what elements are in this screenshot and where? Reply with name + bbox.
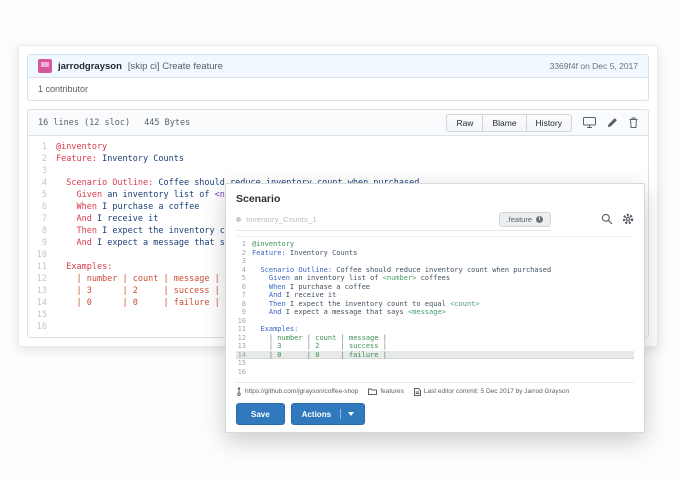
folder-icon [368, 388, 377, 395]
code-line-4: 4 Scenario Outline: Coffee should reduce… [236, 266, 634, 275]
editor-title: Scenario [236, 193, 634, 205]
scenario-editor-window: Scenario Inventory_Counts_1 .feature 1@i… [225, 183, 645, 433]
trash-icon[interactable] [629, 117, 638, 128]
code-line-16: 16 [236, 368, 634, 377]
file-size: 445 Bytes [144, 118, 190, 128]
file-icon [414, 388, 421, 396]
code-line-2: 2Feature: Inventory Counts [28, 153, 648, 165]
repo-link[interactable]: https://github.com/jgrayson/coffee-shop [245, 388, 358, 395]
code-line-12: 12 | number | count | message | [236, 334, 634, 343]
code-line-15: 15 [236, 359, 634, 368]
commit-hash[interactable]: 3369f4f [550, 61, 578, 71]
actions-label: Actions [302, 410, 331, 419]
code-line-3: 3 [236, 257, 634, 266]
search-icon[interactable] [601, 212, 613, 230]
contributors-label: 1 contributor [28, 78, 648, 100]
code-line-1: 1@inventory [236, 240, 634, 249]
code-line-7: 7 And I receive it [236, 291, 634, 300]
feature-badge-label: .feature [507, 215, 532, 224]
caret-down-icon [348, 412, 354, 416]
folder-link[interactable]: features [380, 388, 404, 395]
commit-header: jarrodgrayson [skip ci] Create feature 3… [28, 55, 648, 78]
code-line-8: 8 Then I expect the inventory count to e… [236, 300, 634, 309]
author-avatar[interactable] [38, 59, 52, 73]
editor-toolbar: Inventory_Counts_1 .feature [236, 212, 634, 230]
feature-type-badge[interactable]: .feature [499, 212, 551, 227]
code-line-9: 9 And I expect a message that says <mess… [236, 308, 634, 317]
editor-status-bar: https://github.com/jgrayson/coffee-shop … [236, 382, 634, 396]
display-icon[interactable] [583, 117, 596, 128]
editor-buttons: Save Actions [236, 403, 634, 425]
code-line-5: 5 Given an inventory list of <number> co… [236, 274, 634, 283]
code-line-3: 3 [28, 165, 648, 177]
branch-icon [236, 387, 242, 396]
commit-box: jarrodgrayson [skip ci] Create feature 3… [27, 54, 649, 101]
last-edit-info: Last editor commit: 5 Dec 2017 by Jarrod… [424, 388, 569, 395]
button-divider [340, 409, 341, 419]
save-button[interactable]: Save [236, 403, 285, 425]
code-line-13: 13 | 3 | 2 | success | [236, 342, 634, 351]
scenario-tab: Inventory_Counts_1 .feature [236, 212, 551, 231]
code-line-10: 10 [236, 317, 634, 326]
code-line-6: 6 When I purchase a coffee [236, 283, 634, 292]
raw-button[interactable]: Raw [446, 114, 483, 132]
file-lines-info: 16 lines (12 sloc) [38, 118, 130, 128]
file-header: 16 lines (12 sloc) 445 Bytes Raw Blame H… [28, 110, 648, 136]
blame-button[interactable]: Blame [482, 114, 526, 132]
pencil-icon[interactable] [607, 117, 618, 128]
file-dot-icon [236, 217, 241, 222]
gear-icon[interactable] [622, 212, 634, 230]
code-line-14: 14 | 0 | 0 | failure | [236, 351, 634, 360]
file-actions-group: Raw Blame History [446, 114, 572, 132]
commit-date: on Dec 5, 2017 [580, 61, 638, 71]
code-line-11: 11 Examples: [236, 325, 634, 334]
commit-author[interactable]: jarrodgrayson [58, 61, 122, 72]
scenario-name-input[interactable]: Inventory_Counts_1 [246, 215, 317, 224]
actions-button[interactable]: Actions [291, 403, 365, 425]
history-button[interactable]: History [526, 114, 572, 132]
code-line-1: 1@inventory [28, 141, 648, 153]
info-icon [536, 216, 543, 223]
commit-message: [skip ci] Create feature [128, 61, 223, 72]
feature-editor[interactable]: 1@inventory2Feature: Inventory Counts34 … [236, 236, 634, 376]
code-line-2: 2Feature: Inventory Counts [236, 249, 634, 258]
